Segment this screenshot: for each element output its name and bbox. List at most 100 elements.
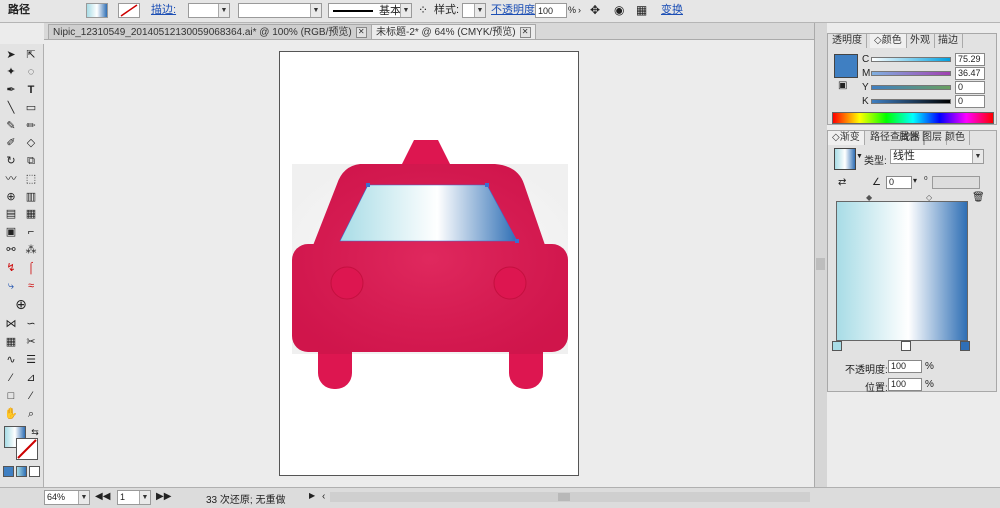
gradient-stop-middle[interactable]: [901, 341, 911, 351]
scale-icon[interactable]: ⧉: [22, 153, 40, 169]
transform-link[interactable]: 变换: [661, 3, 683, 18]
perspective-icon[interactable]: ▤: [2, 206, 20, 222]
slice-icon[interactable]: ⤷: [2, 278, 20, 294]
horizontal-scrollbar[interactable]: [330, 492, 810, 502]
aspect-ratio-input[interactable]: [932, 176, 980, 189]
stroke-weight-dropdown[interactable]: ▼: [188, 3, 230, 18]
wave-icon[interactable]: ∽: [22, 316, 40, 332]
measure-icon[interactable]: ⊿: [22, 370, 40, 386]
lasso-icon[interactable]: ◌: [22, 64, 40, 80]
scroll-thumb[interactable]: [816, 258, 825, 270]
pencil-icon[interactable]: ✏: [22, 118, 40, 134]
tab-gradient[interactable]: ◇渐变: [828, 131, 865, 145]
blend-icon[interactable]: ⚯: [2, 242, 20, 258]
graph-icon[interactable]: ↯: [2, 260, 20, 276]
scroll-thumb[interactable]: [558, 493, 570, 501]
prev-artboard-icon[interactable]: ◀◀: [95, 491, 110, 502]
list-icon[interactable]: ☰: [22, 352, 40, 368]
warp-icon[interactable]: 〰: [2, 171, 20, 187]
blob-brush-icon[interactable]: ✐: [2, 135, 20, 151]
status-menu-icon[interactable]: ▶: [309, 491, 315, 500]
chevron-down-icon[interactable]: ▾: [913, 176, 917, 185]
scissors-icon[interactable]: ✂: [22, 334, 40, 350]
line-icon[interactable]: ╲: [2, 100, 20, 116]
document-setup-icon[interactable]: ✥: [590, 3, 600, 18]
paintbrush-icon[interactable]: ✎: [2, 118, 20, 134]
rectangle-2-icon[interactable]: □: [2, 388, 20, 404]
direct-selection-icon[interactable]: ⇱: [22, 47, 40, 63]
crosshair-icon[interactable]: ⊕: [12, 296, 30, 312]
twist-icon[interactable]: ∿: [2, 352, 20, 368]
graph-column-icon[interactable]: ▦: [2, 334, 20, 350]
selection-icon[interactable]: ➤: [2, 47, 20, 63]
c-slider[interactable]: [871, 57, 951, 62]
m-slider[interactable]: [871, 71, 951, 76]
scroll-left-icon[interactable]: ‹: [322, 491, 325, 502]
eyedropper-2-icon[interactable]: ⁄: [2, 370, 20, 386]
color-spectrum[interactable]: [832, 112, 994, 124]
variable-width-dropdown[interactable]: ▼: [238, 3, 322, 18]
tab-document-2[interactable]: 未标题-2* @ 64% (CMYK/预览) ✕: [371, 24, 536, 39]
pen-icon[interactable]: ✒: [2, 82, 20, 98]
artboard-icon[interactable]: ⌠: [22, 260, 40, 276]
opacity-link[interactable]: 不透明度:: [491, 3, 538, 18]
anchor-point[interactable]: [515, 239, 519, 243]
gradient-type-select[interactable]: 线性 ▼: [890, 149, 984, 164]
anchor-point[interactable]: [366, 183, 370, 187]
tab-stroke[interactable]: 描边: [934, 34, 963, 48]
y-value[interactable]: 0: [955, 81, 985, 94]
globe-icon[interactable]: ◉: [614, 3, 624, 18]
gradient-preview[interactable]: [836, 201, 968, 341]
color-mode-icon[interactable]: [3, 466, 14, 477]
bowtie-icon[interactable]: ⋈: [2, 316, 20, 332]
eraser-icon[interactable]: ◇: [22, 135, 40, 151]
hand-icon[interactable]: ✋: [2, 406, 20, 422]
stroke-link[interactable]: 描边:: [151, 3, 176, 18]
k-value[interactable]: 0: [955, 95, 985, 108]
swap-icon[interactable]: ⇆: [26, 424, 44, 440]
fill-swatch[interactable]: [834, 54, 858, 78]
artboard-select[interactable]: 1 ▼: [117, 490, 151, 505]
tab-appearance[interactable]: 外观: [906, 34, 935, 48]
symbol-sprayer-icon[interactable]: ⁂: [22, 242, 40, 258]
knife-icon[interactable]: ⁄: [22, 388, 40, 404]
recolor-icon[interactable]: ⁘: [418, 3, 428, 18]
zoom-select[interactable]: 64% ▼: [44, 490, 90, 505]
k-slider[interactable]: [871, 99, 951, 104]
eyedropper-icon[interactable]: ⌐: [22, 224, 40, 240]
width-icon[interactable]: ≈: [22, 278, 40, 294]
stroke-color-box[interactable]: [16, 438, 38, 460]
opacity-input[interactable]: 100: [535, 3, 567, 18]
tab-document-1[interactable]: Nipic_12310549_20140512130059068364.ai* …: [48, 24, 372, 39]
tab-transparency[interactable]: 透明度: [828, 34, 867, 48]
shape-builder-icon[interactable]: ⊕: [2, 189, 20, 205]
zoom-icon[interactable]: ⌕: [22, 406, 40, 422]
artboard[interactable]: [279, 51, 579, 476]
close-icon[interactable]: ✕: [519, 26, 531, 38]
gradient-mode-icon[interactable]: [16, 466, 27, 477]
tab-colors[interactable]: 颜色: [941, 131, 970, 145]
mesh-icon[interactable]: ▦: [22, 206, 40, 222]
vertical-scrollbar[interactable]: [814, 23, 827, 487]
y-slider[interactable]: [871, 85, 951, 90]
fill-swatch[interactable]: [86, 3, 108, 18]
roof-sign[interactable]: [402, 140, 450, 164]
close-icon[interactable]: ✕: [355, 26, 367, 38]
chevron-down-icon[interactable]: ▼: [856, 153, 863, 160]
rectangle-icon[interactable]: ▭: [22, 100, 40, 116]
gradient-position-input[interactable]: 100: [888, 378, 922, 391]
gradient-opacity-input[interactable]: 100: [888, 360, 922, 373]
gradient-stop-left[interactable]: [832, 341, 842, 351]
anchor-point[interactable]: [485, 183, 489, 187]
trash-icon[interactable]: 🗑: [972, 192, 985, 203]
none-mode-icon[interactable]: [29, 466, 40, 477]
gradient-icon[interactable]: ▣: [2, 224, 20, 240]
m-value[interactable]: 36.47: [955, 67, 985, 80]
chevron-right-icon[interactable]: ›: [578, 3, 581, 18]
rotate-icon[interactable]: ↻: [2, 153, 20, 169]
reverse-gradient-icon[interactable]: ⇄: [838, 177, 846, 188]
align-icon[interactable]: ▦: [636, 3, 647, 18]
tab-color[interactable]: ◇颜色: [870, 34, 907, 48]
brush-definition-dropdown[interactable]: 基本 ▼: [328, 3, 412, 18]
live-paint-icon[interactable]: ▥: [22, 189, 40, 205]
